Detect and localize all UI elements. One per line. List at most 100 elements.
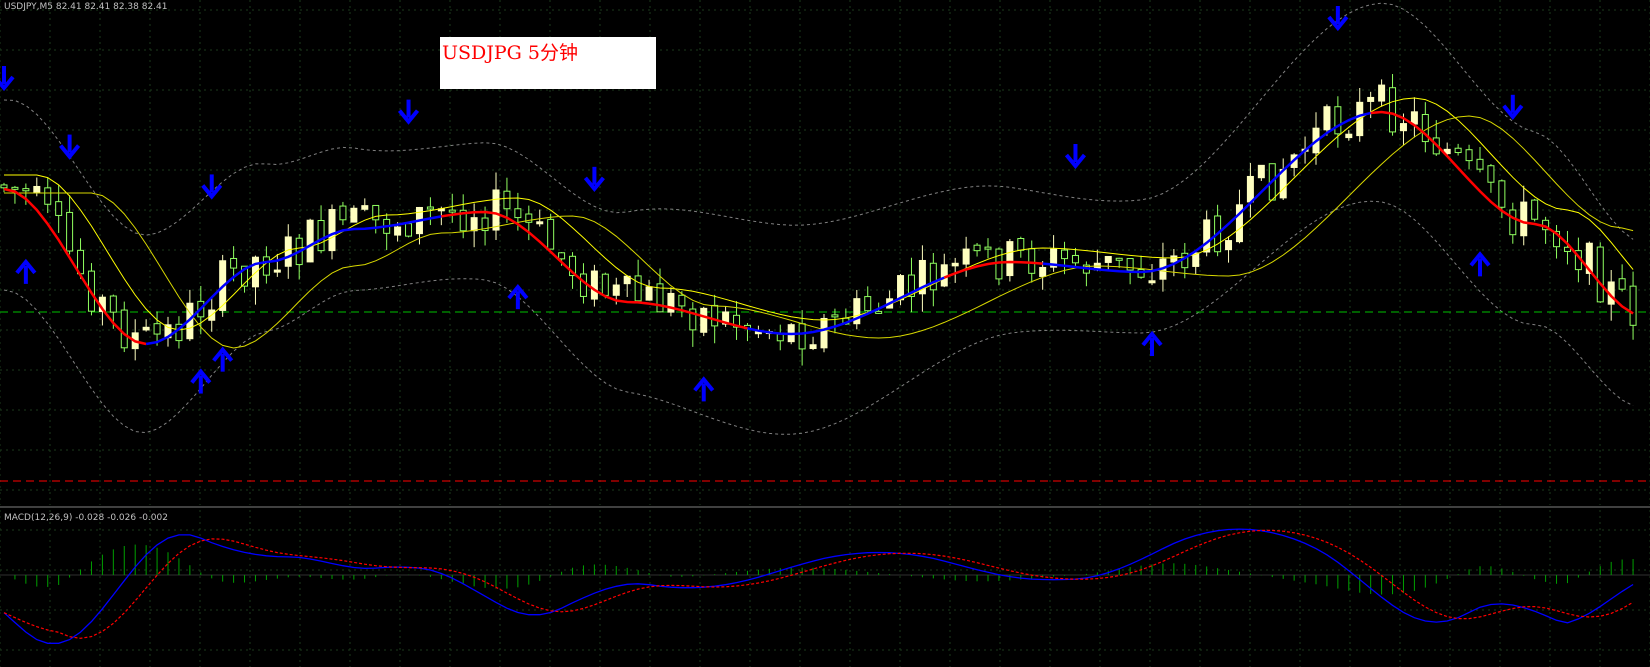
candle-body	[1378, 84, 1386, 102]
candle-body	[798, 323, 806, 350]
arrow-up-icon	[1469, 251, 1491, 277]
candle-body	[711, 304, 719, 327]
price-chart[interactable]	[0, 0, 1650, 667]
candle-body	[700, 307, 708, 333]
candle-body	[1006, 241, 1014, 277]
candle-body	[109, 295, 117, 313]
candle-body	[1126, 258, 1134, 271]
candle-body	[929, 262, 937, 291]
candle-body	[1148, 280, 1156, 284]
arrow-down-icon	[1064, 144, 1087, 170]
candle-body	[33, 185, 41, 193]
candle-body	[1345, 133, 1353, 139]
candle-body	[11, 186, 19, 190]
candle-body	[1487, 165, 1495, 183]
candle-body	[306, 219, 314, 263]
arrow-up-icon	[693, 376, 715, 402]
symbol-label: USDJPY,M5	[4, 2, 53, 12]
candle-body	[503, 190, 511, 210]
candle-body	[1476, 158, 1484, 170]
candle-body	[1246, 175, 1254, 203]
candle-body	[820, 317, 828, 349]
candle-body	[55, 201, 63, 216]
arrow-up-icon	[1141, 330, 1163, 357]
macd-pane	[0, 528, 1650, 644]
arrow-down-icon	[1502, 94, 1524, 120]
candle-body	[120, 309, 128, 349]
candle-body	[984, 246, 992, 250]
candle-body	[1509, 209, 1517, 236]
arrow-down-icon	[0, 66, 15, 92]
candle-body	[448, 209, 456, 213]
candle-body	[776, 333, 784, 342]
candle-body	[1115, 257, 1123, 261]
macd-line	[3, 528, 1634, 644]
candle-body	[678, 294, 686, 307]
candle-body	[1596, 246, 1604, 303]
candle-body	[230, 257, 238, 269]
candlestick-series	[0, 74, 1637, 366]
ma-fast-line	[4, 97, 1634, 331]
candle-body	[284, 236, 292, 267]
candle-body	[142, 326, 150, 331]
candle-body	[973, 244, 981, 252]
candle-body	[66, 211, 74, 252]
candle-body	[317, 220, 325, 252]
candle-body	[645, 286, 653, 301]
quote-values: 82.41 82.41 82.38 82.41	[55, 2, 168, 12]
trend-line	[3, 110, 1634, 346]
candle-body	[44, 187, 52, 205]
macd-signal-line	[3, 529, 1634, 639]
candle-body	[951, 262, 959, 267]
candle-body	[831, 314, 839, 318]
candle-body	[1454, 147, 1462, 154]
signal-arrows	[0, 6, 1524, 402]
candle-body	[262, 256, 270, 276]
candle-body	[339, 205, 347, 221]
arrow-up-icon	[212, 346, 234, 372]
trend-segment-down	[943, 260, 1043, 279]
candle-body	[1531, 199, 1539, 220]
candle-body	[1039, 266, 1047, 277]
title-box: USDJPG 5分钟	[440, 37, 656, 89]
arrow-down-icon	[397, 99, 420, 125]
candle-body	[875, 310, 883, 314]
arrow-down-icon	[201, 174, 223, 200]
candle-body	[1203, 219, 1211, 253]
candle-body	[405, 223, 413, 237]
candle-body	[1618, 278, 1626, 290]
candle-body	[940, 264, 948, 287]
candle-body	[273, 269, 281, 273]
candle-body	[1389, 87, 1397, 133]
candle-body	[22, 188, 30, 192]
candle-body	[1367, 96, 1375, 102]
candle-body	[153, 323, 161, 335]
macd-label: MACD(12,26,9) -0.028 -0.026 -0.002	[4, 513, 168, 523]
moving-averages	[4, 97, 1634, 349]
candle-body	[394, 226, 402, 236]
bollinger-bands	[3, 2, 1634, 435]
symbol-header: USDJPY,M5 82.41 82.41 82.38 82.41	[4, 2, 168, 12]
candle-body	[1520, 201, 1528, 237]
candle-body	[1225, 240, 1233, 251]
candle-body	[328, 209, 336, 252]
candle-body	[1323, 106, 1331, 131]
candle-body	[1410, 111, 1418, 125]
ma-slow-line	[4, 115, 1634, 349]
lower-band	[3, 200, 1634, 435]
arrow-up-icon	[15, 258, 37, 284]
candle-body	[612, 284, 620, 296]
candle-body	[1104, 255, 1112, 263]
candle-body	[492, 189, 500, 231]
candle-body	[536, 221, 544, 225]
candle-body	[634, 275, 642, 302]
candle-body	[350, 207, 358, 223]
candle-body	[601, 273, 609, 296]
title-text: USDJPG 5分钟	[442, 42, 578, 64]
candle-body	[1498, 180, 1506, 208]
candle-body	[1629, 285, 1637, 326]
candle-body	[1334, 106, 1342, 135]
candle-body	[1170, 255, 1178, 263]
candle-body	[809, 344, 817, 350]
arrow-up-icon	[190, 368, 212, 394]
